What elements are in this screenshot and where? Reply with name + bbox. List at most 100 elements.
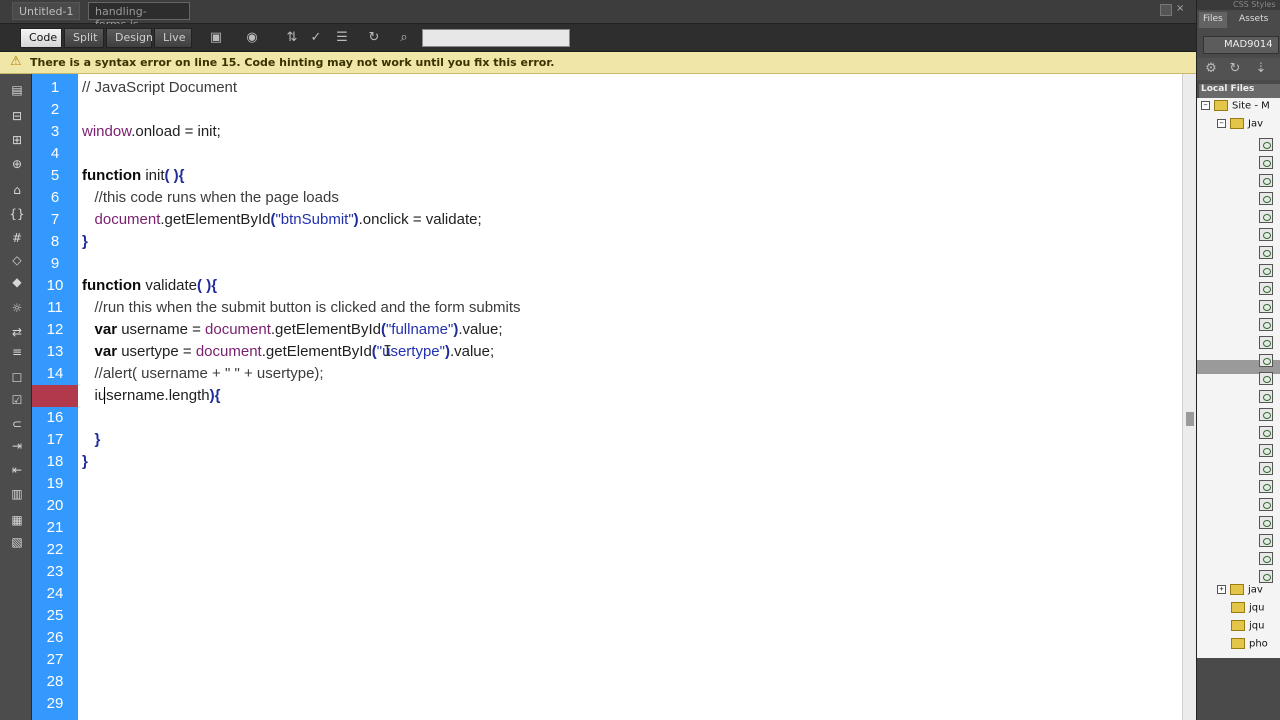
js-file-icon[interactable]	[1259, 264, 1273, 277]
collapse-icon[interactable]: −	[1217, 119, 1226, 128]
line-number[interactable]: 9	[32, 253, 78, 275]
line-number[interactable]: 10	[32, 275, 78, 297]
line-number[interactable]: 11	[32, 297, 78, 319]
js-file-icon[interactable]	[1259, 516, 1273, 529]
preview-browser-icon[interactable]: ◉	[244, 30, 260, 46]
format-source-icon[interactable]: ≡	[9, 344, 25, 360]
line-number[interactable]: 14	[32, 363, 78, 385]
tree-folder-4[interactable]: jqu	[1231, 620, 1264, 636]
tree-folder-js[interactable]: − Jav	[1217, 118, 1263, 134]
js-file-icon[interactable]	[1259, 156, 1273, 169]
js-file-icon[interactable]	[1259, 228, 1273, 241]
js-file-icon[interactable]	[1259, 462, 1273, 475]
line-number[interactable]: 28	[32, 671, 78, 693]
expand-icon[interactable]: +	[1217, 585, 1226, 594]
line-number[interactable]: 15	[32, 385, 78, 407]
open-documents-icon[interactable]: ▤	[9, 82, 25, 98]
js-file-icon[interactable]	[1259, 282, 1273, 295]
related-file-tab[interactable]: handling-forms.js	[88, 2, 190, 31]
line-number[interactable]: 8	[32, 231, 78, 253]
js-file-icon[interactable]	[1259, 246, 1273, 259]
editor-vertical-scrollbar[interactable]	[1182, 74, 1196, 720]
js-file-icon[interactable]	[1259, 210, 1273, 223]
line-number[interactable]: 24	[32, 583, 78, 605]
design-view-button[interactable]: Design	[106, 28, 153, 48]
line-number[interactable]: 21	[32, 517, 78, 539]
line-number[interactable]: 25	[32, 605, 78, 627]
scrollbar-grip[interactable]	[1186, 412, 1194, 426]
tree-folder-3[interactable]: jqu	[1231, 602, 1264, 618]
css-styles-panel-header[interactable]: CSS Styles	[1197, 0, 1280, 10]
line-number[interactable]: 20	[32, 495, 78, 517]
file-management-icon[interactable]: ⇅	[284, 30, 300, 46]
split-view-button[interactable]: Split	[64, 28, 104, 48]
line-number[interactable]: 2	[32, 99, 78, 121]
js-file-icon[interactable]	[1259, 426, 1273, 439]
tree-site-root[interactable]: − Site - M	[1201, 100, 1270, 116]
select-parent-tag-icon[interactable]: ⌂	[9, 182, 25, 198]
apply-comment-icon[interactable]: ▦	[9, 512, 25, 528]
line-number[interactable]: 23	[32, 561, 78, 583]
assets-tab[interactable]: Assets	[1235, 12, 1272, 28]
js-file-icon[interactable]	[1259, 174, 1273, 187]
wrap-tag-icon[interactable]: ⊂	[9, 416, 25, 432]
js-file-icon[interactable]	[1259, 354, 1273, 367]
line-number[interactable]: 12	[32, 319, 78, 341]
js-file-icon[interactable]	[1259, 192, 1273, 205]
remove-comment-icon[interactable]: ▧	[9, 534, 25, 550]
line-numbers-icon[interactable]: #	[9, 230, 25, 246]
js-file-icon[interactable]	[1259, 552, 1273, 565]
line-number[interactable]: 18	[32, 451, 78, 473]
js-file-icon[interactable]	[1259, 372, 1273, 385]
multiscreen-icon[interactable]: ▣	[208, 30, 224, 46]
js-file-icon[interactable]	[1259, 318, 1273, 331]
files-tab[interactable]: Files	[1199, 12, 1227, 28]
line-number[interactable]: 1	[32, 77, 78, 99]
js-file-icon[interactable]	[1259, 534, 1273, 547]
tree-folder-5[interactable]: pho	[1231, 638, 1268, 654]
collapse-icon[interactable]: −	[1201, 101, 1210, 110]
line-number[interactable]: 17	[32, 429, 78, 451]
js-file-icon[interactable]	[1259, 498, 1273, 511]
js-file-icon[interactable]	[1259, 480, 1273, 493]
close-document-icon[interactable]: ×	[1176, 3, 1190, 17]
document-title-input[interactable]	[422, 29, 570, 47]
js-file-icon[interactable]	[1259, 444, 1273, 457]
visual-aids-icon[interactable]: ☰	[334, 30, 350, 46]
comment-icon[interactable]: ☐	[9, 370, 25, 386]
js-file-icon[interactable]	[1259, 390, 1273, 403]
line-number[interactable]: 22	[32, 539, 78, 561]
js-file-icon[interactable]	[1259, 570, 1273, 583]
collapse-selection-icon[interactable]: ⊞	[9, 132, 25, 148]
line-number[interactable]: 4	[32, 143, 78, 165]
line-number[interactable]: 3	[32, 121, 78, 143]
get-files-icon[interactable]: ⇣	[1253, 61, 1269, 77]
restore-icon[interactable]	[1160, 4, 1172, 16]
format-icon[interactable]: ▥	[9, 486, 25, 502]
line-number[interactable]: 13	[32, 341, 78, 363]
js-file-icon[interactable]	[1259, 336, 1273, 349]
syntax-coloring-icon[interactable]: ◆	[9, 274, 25, 290]
highlight-invalid-icon[interactable]: ◇	[9, 252, 25, 268]
connect-icon[interactable]: ⚙	[1203, 61, 1219, 77]
js-file-icon[interactable]	[1259, 138, 1273, 151]
inspect-icon[interactable]: ⌕	[396, 30, 412, 46]
balance-braces-icon[interactable]: {}	[9, 206, 25, 222]
refresh-files-icon[interactable]: ↻	[1227, 61, 1243, 77]
uncomment-icon[interactable]: ☑	[9, 392, 25, 408]
line-number[interactable]: 19	[32, 473, 78, 495]
code-editor[interactable]: // JavaScript Document window.onload = i…	[78, 74, 1182, 720]
site-selector[interactable]: MAD9014	[1203, 36, 1279, 54]
code-view-button[interactable]: Code	[20, 28, 62, 48]
move-css-icon[interactable]: ⇄	[9, 324, 25, 340]
js-file-icon[interactable]	[1259, 408, 1273, 421]
refresh-icon[interactable]: ↻	[366, 30, 382, 46]
line-number[interactable]: 29	[32, 693, 78, 715]
validation-icon[interactable]: ✓	[308, 30, 324, 46]
recent-snippets-icon[interactable]: ☼	[9, 300, 25, 316]
live-view-button[interactable]: Live	[154, 28, 192, 48]
collapse-tag-icon[interactable]: ⊟	[9, 108, 25, 124]
line-number[interactable]: 27	[32, 649, 78, 671]
line-number[interactable]: 6	[32, 187, 78, 209]
line-number[interactable]: 7	[32, 209, 78, 231]
